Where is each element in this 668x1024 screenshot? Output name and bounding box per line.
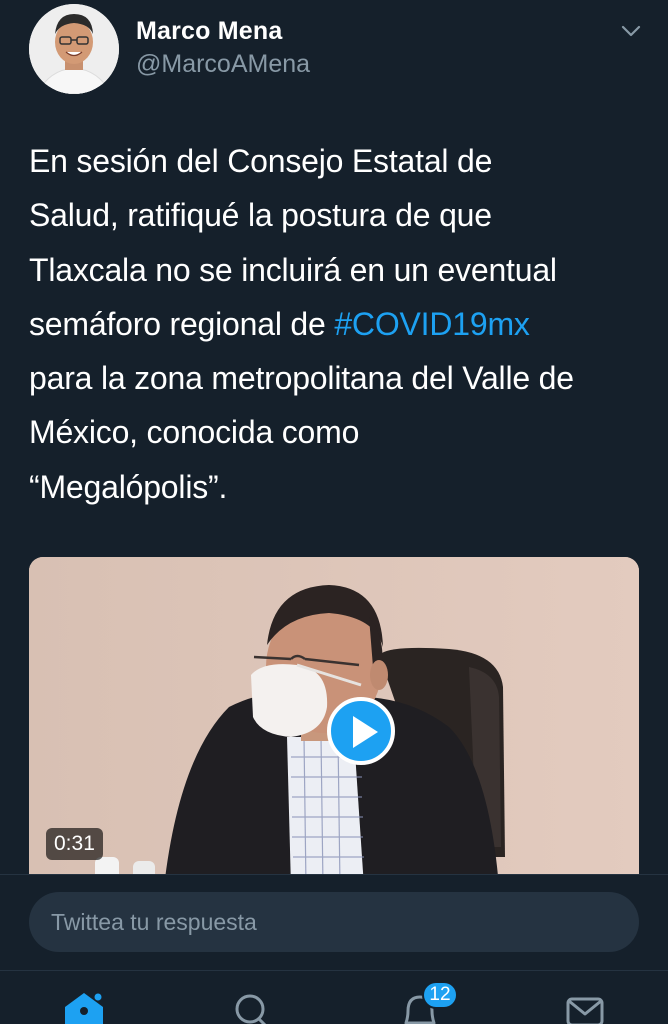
tweet-text-line: Salud, ratifiqué la postura de que xyxy=(29,197,492,234)
tweet-text-fragment: semáforo regional de xyxy=(29,305,335,342)
bottom-navigation xyxy=(0,970,668,1024)
avatar-photo xyxy=(29,4,119,94)
video-player[interactable]: 0:31 xyxy=(29,557,639,887)
hashtag-link[interactable]: #COVID19mx xyxy=(334,306,530,342)
avatar[interactable] xyxy=(29,4,119,94)
tweet-text: En sesión del Consejo Estatal de Salud, … xyxy=(29,134,649,514)
play-button[interactable] xyxy=(327,697,395,765)
tweet-detail-screen: Marco Mena @MarcoAMena En sesión del Con… xyxy=(0,0,668,1024)
tweet-text-line: “Megalópolis”. xyxy=(29,468,228,505)
notifications-badge: 12 xyxy=(422,981,458,1009)
tweet-text-line: México, conocida como xyxy=(29,414,360,451)
tweet-text-line: Tlaxcala no se incluirá en un eventual xyxy=(29,251,557,288)
author-name[interactable]: Marco Mena xyxy=(136,17,282,46)
tweet-text-line: En sesión del Consejo Estatal de xyxy=(29,143,493,179)
chevron-down-icon[interactable] xyxy=(618,18,644,44)
play-icon xyxy=(353,716,378,748)
search-icon[interactable] xyxy=(228,987,276,1024)
messages-icon[interactable] xyxy=(562,987,610,1024)
reply-bar: Twittea tu respuesta xyxy=(0,874,668,971)
reply-input[interactable]: Twittea tu respuesta xyxy=(29,892,639,952)
tweet-header: Marco Mena @MarcoAMena xyxy=(0,0,668,110)
tweet-text-line-with-hashtag: semáforo regional de #COVID19mx xyxy=(29,297,649,351)
home-icon[interactable] xyxy=(60,987,108,1024)
author-handle[interactable]: @MarcoAMena xyxy=(136,50,310,79)
video-duration: 0:31 xyxy=(46,828,103,860)
tweet-text-line: para la zona metropolitana del Valle de xyxy=(29,360,574,397)
